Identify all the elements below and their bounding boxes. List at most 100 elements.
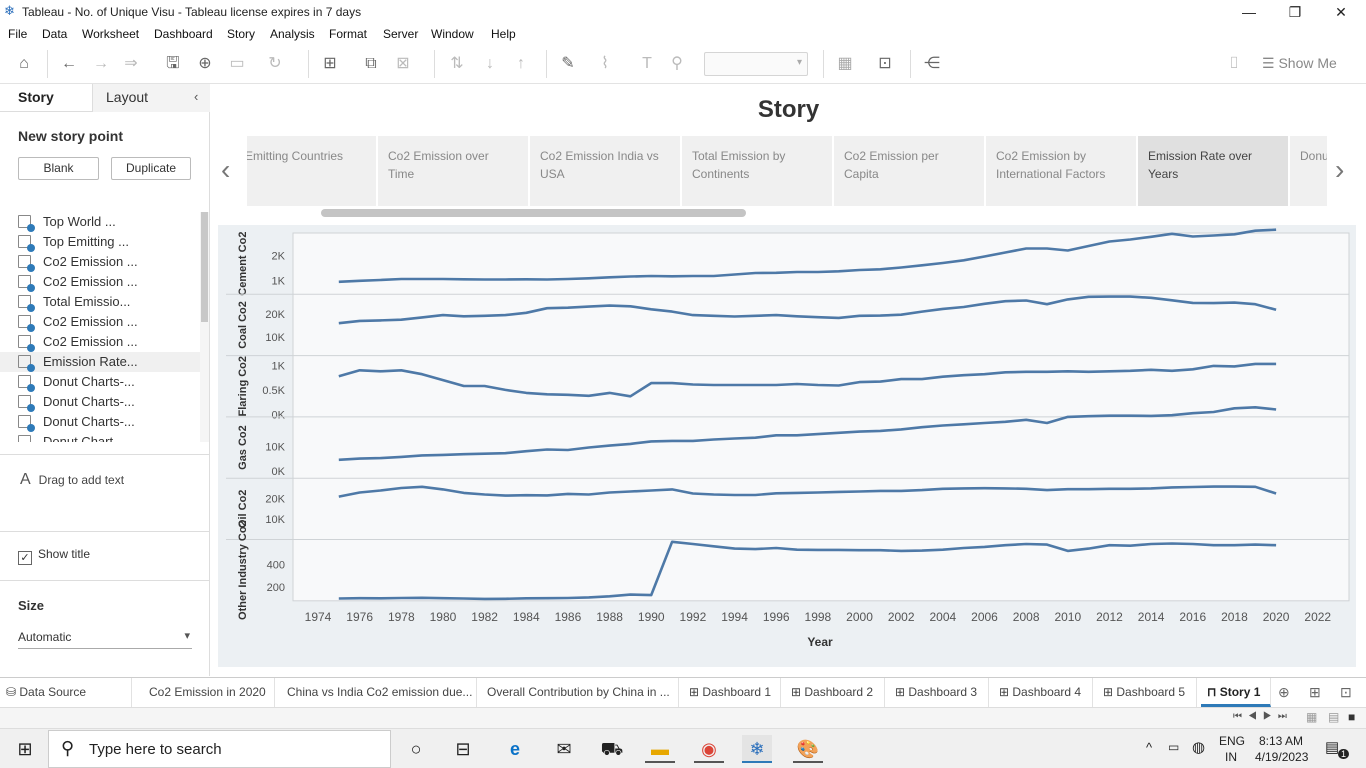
highlight-icon[interactable]: ✎	[557, 53, 579, 75]
dashboard-tab[interactable]: ⊞ Dashboard 1	[683, 678, 781, 707]
sort-ascending-icon[interactable]: ↓	[479, 53, 501, 75]
story-tab-active[interactable]: ⊓ Story 1	[1201, 678, 1271, 707]
clock-time[interactable]: 8:13 AM	[1259, 734, 1303, 748]
replay-icon[interactable]: ⇒	[120, 53, 142, 75]
new-story-tab-icon[interactable]: ⊡	[1340, 684, 1352, 701]
show-cards-icon[interactable]: ▦	[834, 53, 856, 75]
sheet-tab[interactable]: Overall Contribution by China in ...	[481, 678, 679, 707]
sheet-item[interactable]: Co2 Emission ...	[18, 252, 198, 272]
story-points-scrollbar[interactable]	[321, 209, 746, 217]
group-icon[interactable]: ⌇	[594, 53, 616, 75]
chrome-icon[interactable]: ◉	[694, 735, 724, 763]
sheet-item[interactable]: Donut Charts-...	[18, 392, 198, 412]
next-story-point-icon[interactable]: ›	[1335, 154, 1344, 186]
mail-icon[interactable]: ✉	[549, 735, 579, 763]
sheet-item[interactable]: Co2 Emission ...	[18, 272, 198, 292]
sheet-item-selected[interactable]: Emission Rate...	[0, 352, 200, 372]
duplicate-button[interactable]: Duplicate	[111, 157, 191, 180]
menu-analysis[interactable]: Analysis	[270, 27, 315, 41]
language-bottom[interactable]: IN	[1225, 750, 1237, 764]
show-me-button[interactable]: ☰ Show Me	[1262, 55, 1337, 72]
menu-server[interactable]: Server	[383, 27, 418, 41]
swap-icon[interactable]: ⇅	[446, 53, 468, 75]
sheet-item[interactable]: Top World ...	[18, 212, 198, 232]
windows-start-icon[interactable]: ⊞	[10, 735, 40, 763]
show-sheet-sorter-icon[interactable]: ▦	[1306, 710, 1317, 724]
story-point[interactable]: Co2 Emission by International Factors	[986, 136, 1136, 206]
tab-story[interactable]: Story	[0, 84, 92, 112]
story-point[interactable]: Donut	[1290, 136, 1327, 206]
show-filmstrip-icon[interactable]: ▤	[1328, 710, 1339, 724]
file-explorer-icon[interactable]: ▬	[645, 735, 675, 763]
tray-chevron-icon[interactable]: ^	[1146, 740, 1152, 755]
story-point[interactable]: Emitting Countries	[247, 136, 376, 206]
clock-date[interactable]: 4/19/2023	[1255, 750, 1308, 764]
sheet-tab[interactable]: China vs India Co2 emission due...	[281, 678, 477, 707]
menu-file[interactable]: File	[8, 27, 27, 41]
refresh-icon[interactable]: ↻	[264, 53, 286, 75]
pin-icon[interactable]: ⚲	[666, 53, 688, 75]
menu-format[interactable]: Format	[329, 27, 367, 41]
sheet-tab[interactable]: Co2 Emission in 2020	[143, 678, 275, 707]
network-icon[interactable]: ◍	[1192, 738, 1205, 756]
tab-layout[interactable]: Layout	[92, 84, 210, 112]
sheet-item[interactable]: Donut Chart...	[18, 432, 198, 442]
redo-icon[interactable]: →	[90, 53, 112, 75]
task-view-icon[interactable]: ⊟	[448, 735, 478, 763]
sheet-item[interactable]: Total Emissio...	[18, 292, 198, 312]
taskbar-search-box[interactable]: ⚲ Type here to search	[48, 730, 391, 768]
dashboard-tab[interactable]: ⊞ Dashboard 4	[993, 678, 1093, 707]
menu-story[interactable]: Story	[227, 27, 255, 41]
sheet-item[interactable]: Top Emitting ...	[18, 232, 198, 252]
clear-sheet-icon[interactable]: ⊠	[392, 53, 414, 75]
sheet-item[interactable]: Donut Charts-...	[18, 412, 198, 432]
pause-updates-icon[interactable]: ▭	[226, 53, 248, 75]
save-icon[interactable]: 🖫	[162, 53, 184, 75]
tab-data-source[interactable]: ⛁ Data Source	[0, 678, 132, 707]
labels-icon[interactable]: T	[636, 53, 658, 75]
previous-story-point-icon[interactable]: ‹	[221, 154, 230, 186]
menu-worksheet[interactable]: Worksheet	[82, 27, 139, 41]
fit-dropdown[interactable]	[704, 52, 808, 76]
duplicate-sheet-icon[interactable]: ⧉	[360, 53, 382, 75]
format-painter-icon[interactable]: ⌷	[1223, 53, 1245, 75]
story-point-active[interactable]: Emission Rate over Years	[1138, 136, 1288, 206]
sheet-item[interactable]: Co2 Emission ...	[18, 332, 198, 352]
edge-icon[interactable]: e	[500, 735, 530, 763]
size-select[interactable]: Automatic	[18, 627, 192, 649]
paint-icon[interactable]: 🎨	[793, 735, 823, 763]
new-worksheet-icon[interactable]: ⊞	[319, 53, 341, 75]
sheet-navigation-icons[interactable]: ⏮◀▶⏭	[1233, 711, 1293, 722]
dashboard-tab[interactable]: ⊞ Dashboard 5	[1097, 678, 1197, 707]
home-icon[interactable]: ⌂	[13, 53, 35, 75]
cortana-icon[interactable]: ○	[401, 735, 431, 763]
new-data-source-icon[interactable]: ⊕	[194, 53, 216, 75]
close-icon[interactable]: ✕	[1318, 2, 1364, 22]
sheet-item[interactable]: Co2 Emission ...	[18, 312, 198, 332]
menu-data[interactable]: Data	[42, 27, 67, 41]
dashboard-tab[interactable]: ⊞ Dashboard 2	[785, 678, 885, 707]
show-tabs-icon[interactable]: ■	[1348, 710, 1355, 724]
presentation-mode-icon[interactable]: ⊡	[874, 53, 896, 75]
blank-button[interactable]: Blank	[18, 157, 99, 180]
store-icon[interactable]: ⛟	[597, 735, 627, 763]
new-worksheet-tab-icon[interactable]: ⊕	[1278, 684, 1290, 701]
battery-icon[interactable]: ▭	[1168, 740, 1179, 754]
dashboard-tab[interactable]: ⊞ Dashboard 3	[889, 678, 989, 707]
undo-icon[interactable]: ←	[58, 53, 80, 75]
story-point[interactable]: Co2 Emission over Time	[378, 136, 528, 206]
story-point[interactable]: Co2 Emission India vs USA	[530, 136, 680, 206]
drag-to-add-text[interactable]: A Drag to add text	[20, 471, 124, 489]
menu-window[interactable]: Window	[431, 27, 474, 41]
share-icon[interactable]: ⋲	[921, 53, 943, 75]
story-point[interactable]: Total Emission by Continents	[682, 136, 832, 206]
menu-help[interactable]: Help	[491, 27, 516, 41]
tableau-taskbar-icon[interactable]: ❄	[742, 735, 772, 763]
show-title-checkbox[interactable]: ✓ Show title	[18, 547, 90, 565]
new-dashboard-tab-icon[interactable]: ⊞	[1309, 684, 1321, 701]
menu-dashboard[interactable]: Dashboard	[154, 27, 213, 41]
language-top[interactable]: ENG	[1219, 734, 1245, 748]
collapse-sidebar-icon[interactable]: ‹	[194, 89, 198, 104]
minimize-icon[interactable]: —	[1226, 2, 1272, 22]
story-point[interactable]: Co2 Emission per Capita	[834, 136, 984, 206]
